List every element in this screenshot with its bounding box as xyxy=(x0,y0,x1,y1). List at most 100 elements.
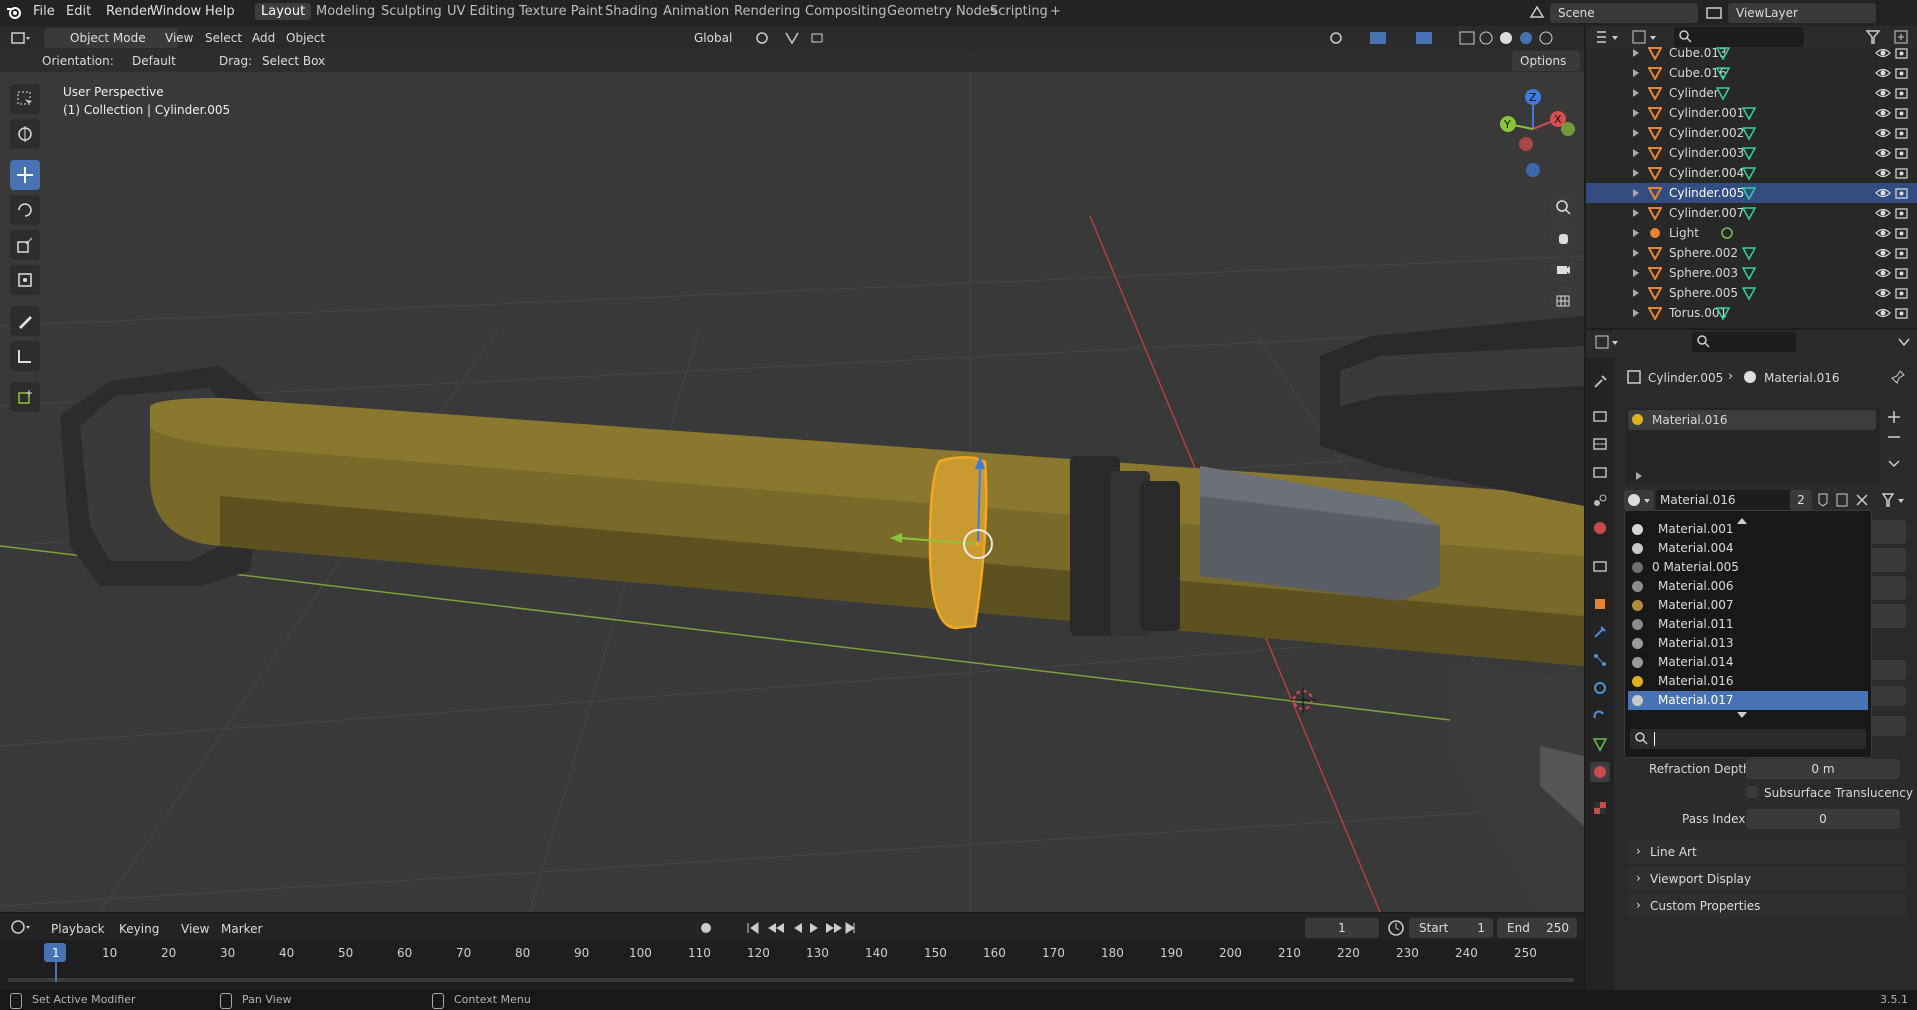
visibility-eye-icon[interactable] xyxy=(1875,206,1891,220)
render-camera-icon[interactable] xyxy=(1895,246,1911,260)
visibility-eye-icon[interactable] xyxy=(1875,46,1891,60)
expand-arrow-icon[interactable] xyxy=(1632,307,1640,317)
light-data-icon[interactable] xyxy=(1720,226,1734,240)
outliner-row[interactable]: Cube.013 xyxy=(1586,43,1917,63)
scroll-down-icon[interactable] xyxy=(1736,708,1748,718)
properties-editor-type-icon[interactable] xyxy=(1594,333,1624,351)
annotate-tool-icon[interactable] xyxy=(10,306,40,336)
visibility-eye-icon[interactable] xyxy=(1875,246,1891,260)
panel-line-art[interactable]: › Line Art xyxy=(1628,840,1906,864)
render-camera-icon[interactable] xyxy=(1895,186,1911,200)
drag-dropdown[interactable]: Select Box xyxy=(256,51,334,71)
render-camera-icon[interactable] xyxy=(1895,226,1911,240)
timeline-menu-playback[interactable]: Playback xyxy=(51,922,105,936)
mesh-data-icon[interactable] xyxy=(1715,66,1731,81)
world-tab-icon[interactable] xyxy=(1590,518,1610,538)
scene-tab-icon[interactable] xyxy=(1590,490,1610,510)
visibility-eye-icon[interactable] xyxy=(1875,106,1891,120)
end-frame-field[interactable]: End 250 xyxy=(1497,918,1577,938)
outliner-row[interactable]: Light xyxy=(1586,223,1917,243)
material-menu-item[interactable]: Material.001 xyxy=(1628,520,1868,539)
view-layer-field[interactable]: ViewLayer xyxy=(1728,3,1876,23)
visibility-eye-icon[interactable] xyxy=(1875,86,1891,100)
render-camera-icon[interactable] xyxy=(1895,166,1911,180)
material-browse-button[interactable] xyxy=(1624,490,1654,510)
refraction-depth-field[interactable]: 0 m xyxy=(1746,759,1900,779)
tab-geometry-nodes[interactable]: Geometry Nodes xyxy=(887,4,997,19)
render-camera-icon[interactable] xyxy=(1895,126,1911,140)
mesh-data-icon[interactable] xyxy=(1715,46,1731,61)
material-menu-item[interactable]: Material.016 xyxy=(1628,672,1868,691)
material-slot-item[interactable]: Material.016 xyxy=(1628,410,1876,430)
mesh-data-icon[interactable] xyxy=(1715,306,1731,321)
expand-arrow-icon[interactable] xyxy=(1632,227,1640,237)
expand-arrow-icon[interactable] xyxy=(1632,287,1640,297)
visibility-eye-icon[interactable] xyxy=(1875,266,1891,280)
material-menu-item[interactable]: Material.017 xyxy=(1628,691,1868,710)
expand-arrow-icon[interactable] xyxy=(1632,247,1640,257)
expand-arrow-icon[interactable] xyxy=(1632,187,1640,197)
outliner-row[interactable]: Sphere.003 xyxy=(1586,263,1917,283)
outliner-row[interactable]: Sphere.005 xyxy=(1586,283,1917,303)
outliner-row[interactable]: Torus.001 xyxy=(1586,303,1917,323)
menu-help[interactable]: Help xyxy=(205,4,235,19)
visibility-eye-icon[interactable] xyxy=(1875,126,1891,140)
outliner-row[interactable]: Cube.016 xyxy=(1586,63,1917,83)
navigation-gizmo[interactable]: Z X Y xyxy=(1488,84,1578,184)
pivot-snap-controls[interactable] xyxy=(752,29,842,47)
mesh-data-icon[interactable] xyxy=(1741,166,1757,181)
transform-tool-icon[interactable] xyxy=(10,265,40,295)
render-tab-icon[interactable] xyxy=(1590,406,1610,426)
properties-search-field[interactable] xyxy=(1692,332,1796,352)
slot-specials-chevron-icon[interactable] xyxy=(1884,453,1904,473)
expand-arrow-icon[interactable] xyxy=(1632,87,1640,97)
constraints-tab-icon[interactable] xyxy=(1590,706,1610,726)
panel-viewport-display[interactable]: › Viewport Display xyxy=(1628,867,1906,891)
timeline-editor-type-icon[interactable] xyxy=(10,918,32,936)
render-camera-icon[interactable] xyxy=(1895,106,1911,120)
object-tab-icon[interactable] xyxy=(1590,594,1610,614)
render-camera-icon[interactable] xyxy=(1895,146,1911,160)
visibility-eye-icon[interactable] xyxy=(1875,66,1891,80)
scene-name-field[interactable]: Scene xyxy=(1550,3,1698,23)
expand-arrow-icon[interactable] xyxy=(1632,167,1640,177)
outliner-row[interactable]: Cylinder.003 xyxy=(1586,143,1917,163)
remove-slot-button[interactable] xyxy=(1884,427,1904,447)
outliner-row[interactable]: Cylinder.005 xyxy=(1586,183,1917,203)
material-menu-item[interactable]: Material.006 xyxy=(1628,577,1868,596)
viewport-menu-add[interactable]: Add xyxy=(252,31,275,45)
visibility-eye-icon[interactable] xyxy=(1875,286,1891,300)
expand-arrow-icon[interactable] xyxy=(1632,67,1640,77)
tab-rendering[interactable]: Rendering xyxy=(734,4,800,19)
playback-controls[interactable] xyxy=(698,919,858,937)
material-tab-icon[interactable] xyxy=(1590,762,1610,782)
render-camera-icon[interactable] xyxy=(1895,46,1911,60)
shading-controls[interactable] xyxy=(1326,29,1576,47)
material-menu-item[interactable]: 0 Material.005 xyxy=(1628,558,1868,577)
mesh-data-icon[interactable] xyxy=(1741,206,1757,221)
visibility-eye-icon[interactable] xyxy=(1875,166,1891,180)
output-tab-icon[interactable] xyxy=(1590,434,1610,454)
view-layer-tab-icon[interactable] xyxy=(1590,462,1610,482)
menu-window[interactable]: Window xyxy=(150,4,201,19)
expand-arrow-icon[interactable] xyxy=(1632,207,1640,217)
add-workspace-button[interactable]: + xyxy=(1050,4,1061,19)
outliner-row[interactable]: Cylinder.002 xyxy=(1586,123,1917,143)
tab-uv-editing[interactable]: UV Editing xyxy=(447,4,515,19)
scale-tool-icon[interactable] xyxy=(10,230,40,260)
timeline-menu-keying[interactable]: Keying xyxy=(119,922,159,936)
tool-tab-icon[interactable] xyxy=(1590,372,1610,392)
mesh-data-icon[interactable] xyxy=(1741,146,1757,161)
perspective-toggle-icon[interactable] xyxy=(1549,286,1577,314)
viewport-menu-select[interactable]: Select xyxy=(205,31,242,45)
mesh-data-icon[interactable] xyxy=(1741,126,1757,141)
timeline-menu-marker[interactable]: Marker xyxy=(221,922,262,936)
outliner-row[interactable]: Cylinder xyxy=(1586,83,1917,103)
visibility-eye-icon[interactable] xyxy=(1875,306,1891,320)
render-camera-icon[interactable] xyxy=(1895,306,1911,320)
expand-arrow-icon[interactable] xyxy=(1632,147,1640,157)
3d-viewport[interactable]: Object Mode View Select Add Object Globa… xyxy=(0,26,1584,912)
mesh-data-icon[interactable] xyxy=(1741,106,1757,121)
pass-index-field[interactable]: 0 xyxy=(1746,809,1900,829)
add-slot-button[interactable] xyxy=(1884,407,1904,427)
